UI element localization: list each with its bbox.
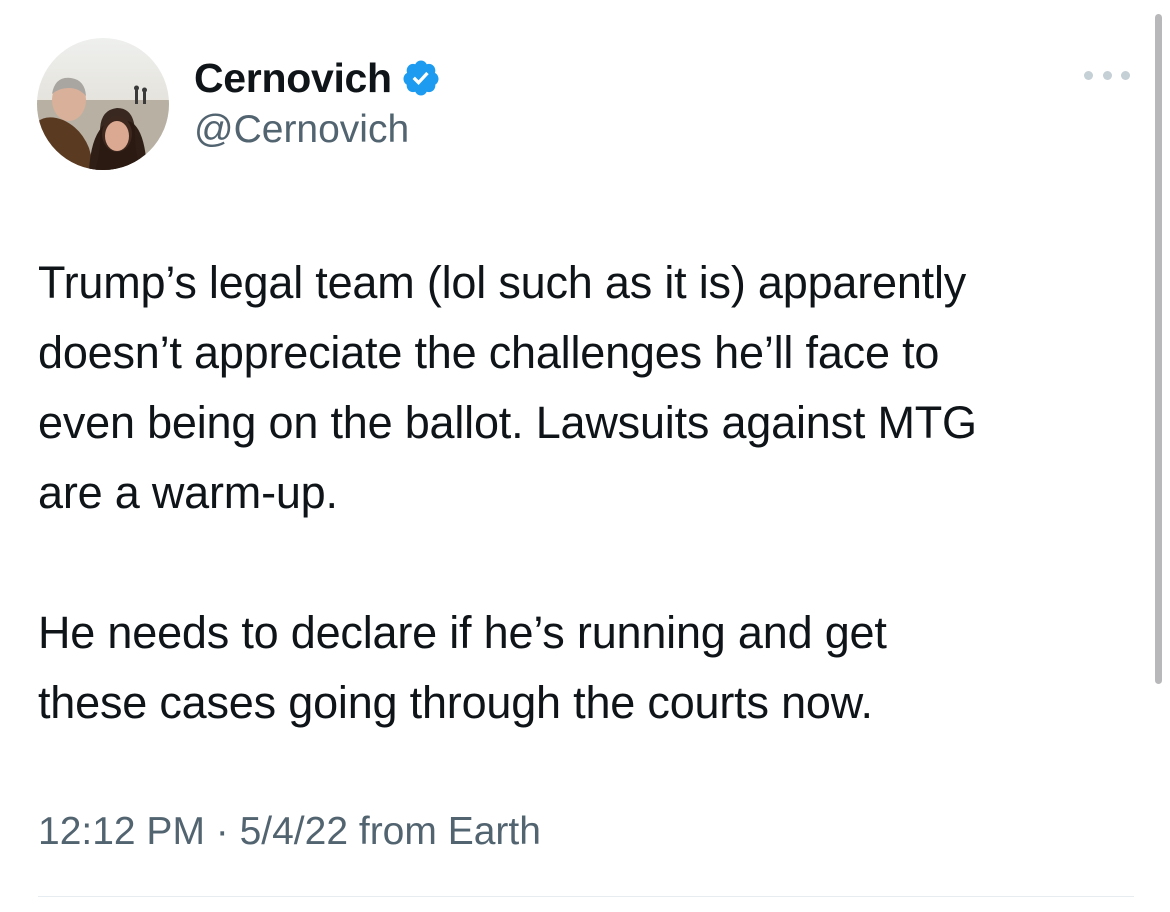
verified-badge-icon (401, 58, 441, 98)
tweet-timestamp[interactable]: 12:12 PM · 5/4/22 from Earth (38, 810, 541, 854)
more-horizontal-icon-dot (1102, 70, 1112, 80)
tweet-card: Cernovich @Cernovich Trump’s legal team … (0, 0, 1170, 912)
scrollbar[interactable] (1155, 14, 1162, 684)
tweet-text: Trump’s legal team (lol such as it is) a… (38, 248, 1138, 738)
divider (38, 896, 1134, 897)
display-name[interactable]: Cernovich (194, 55, 392, 102)
more-options-button[interactable] (1084, 62, 1130, 88)
more-horizontal-icon (1084, 70, 1093, 80)
avatar[interactable] (37, 38, 169, 170)
author-name-row[interactable]: Cernovich (194, 50, 441, 106)
author-handle[interactable]: @Cernovich (194, 108, 409, 152)
profile-photo-icon (37, 38, 169, 170)
tweet-paragraph: Trump’s legal team (lol such as it is) a… (38, 257, 977, 518)
more-horizontal-icon-dot (1121, 70, 1130, 80)
tweet-paragraph: He needs to declare if he’s running and … (38, 607, 887, 728)
